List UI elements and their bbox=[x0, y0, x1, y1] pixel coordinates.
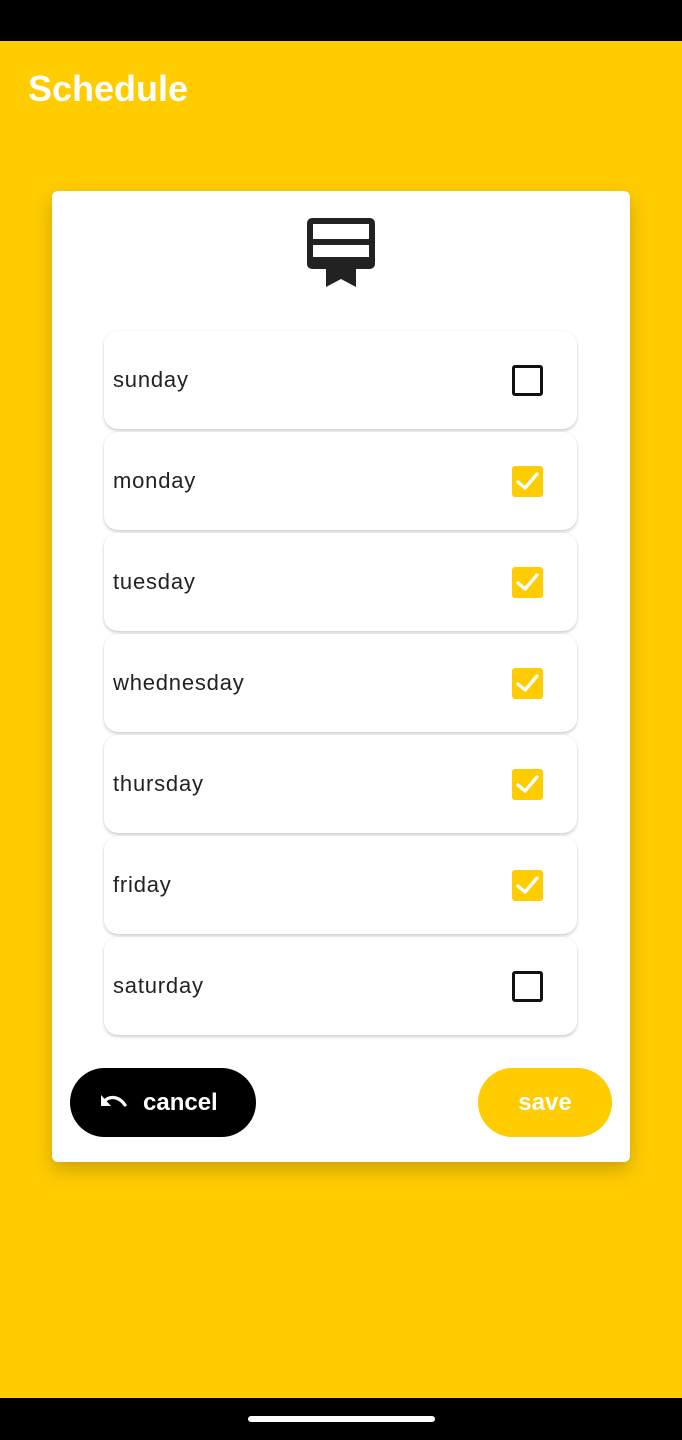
status-bar bbox=[0, 0, 682, 41]
day-label: saturday bbox=[113, 973, 204, 998]
day-row-whednesday[interactable]: whednesday bbox=[104, 634, 577, 732]
check-icon bbox=[516, 775, 539, 793]
day-row-monday[interactable]: monday bbox=[104, 432, 577, 530]
day-checkbox[interactable] bbox=[512, 870, 543, 901]
card-membership-icon bbox=[307, 218, 375, 287]
day-label: sunday bbox=[113, 367, 189, 392]
day-label: whednesday bbox=[113, 670, 245, 695]
day-label: monday bbox=[113, 468, 197, 493]
day-checkbox[interactable] bbox=[512, 668, 543, 699]
cancel-label: cancel bbox=[143, 1089, 218, 1116]
navigation-bar bbox=[0, 1398, 682, 1440]
day-checkbox[interactable] bbox=[512, 466, 543, 497]
check-icon bbox=[516, 876, 539, 894]
check-icon bbox=[516, 573, 539, 591]
day-row-tuesday[interactable]: tuesday bbox=[104, 533, 577, 631]
day-row-saturday[interactable]: saturday bbox=[104, 937, 577, 1035]
check-icon bbox=[516, 472, 539, 490]
schedule-dialog: sunday monday tuesday whednesday thursday fri… bbox=[52, 191, 630, 1162]
cancel-button[interactable]: cancel bbox=[70, 1068, 256, 1137]
home-indicator[interactable] bbox=[248, 1416, 435, 1422]
day-label: friday bbox=[113, 872, 172, 897]
save-button[interactable]: save bbox=[478, 1068, 612, 1137]
day-checkbox[interactable] bbox=[512, 971, 543, 1002]
day-checkbox[interactable] bbox=[512, 769, 543, 800]
day-row-thursday[interactable]: thursday bbox=[104, 735, 577, 833]
day-row-friday[interactable]: friday bbox=[104, 836, 577, 934]
page-title: Schedule bbox=[28, 68, 189, 109]
day-label: tuesday bbox=[113, 569, 196, 594]
day-checkbox[interactable] bbox=[512, 567, 543, 598]
day-checkbox[interactable] bbox=[512, 365, 543, 396]
day-label: thursday bbox=[113, 771, 204, 796]
day-row-sunday[interactable]: sunday bbox=[104, 331, 577, 429]
undo-icon bbox=[101, 1095, 127, 1107]
check-icon bbox=[516, 674, 539, 692]
